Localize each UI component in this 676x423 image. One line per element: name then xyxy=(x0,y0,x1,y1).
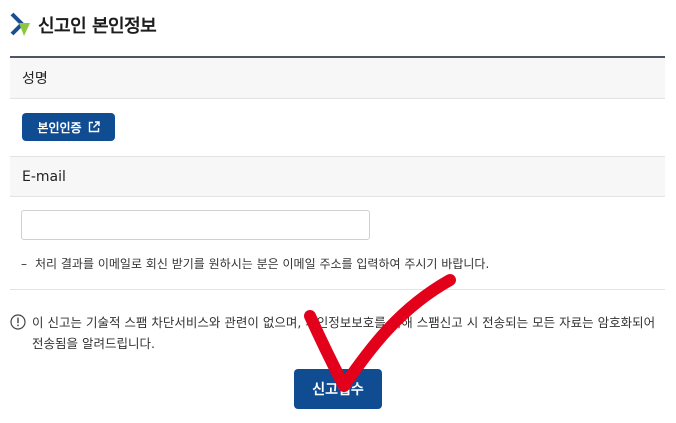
submit-report-button[interactable]: 신고접수 xyxy=(294,369,382,409)
info-circle-icon xyxy=(10,314,26,330)
identity-verification-button[interactable]: 본인인증 xyxy=(22,113,115,141)
external-link-icon xyxy=(88,121,100,133)
name-row-header: 성명 xyxy=(10,58,665,99)
section-header: 신고인 본인정보 xyxy=(10,10,157,40)
brand-chevron-icon xyxy=(10,12,30,36)
section-divider xyxy=(10,289,665,290)
email-help-text: – 처리 결과를 이메일로 회신 받기를 원하시는 분은 이메일 주소를 입력하… xyxy=(21,255,489,272)
notice-text: 이 신고는 기술적 스팸 차단서비스와 관련이 없으며, 개인정보보호를 위해 … xyxy=(32,315,656,351)
email-label: E-mail xyxy=(22,168,66,185)
privacy-notice: 이 신고는 기술적 스팸 차단서비스와 관련이 없으며, 개인정보보호를 위해 … xyxy=(10,312,665,354)
section-title: 신고인 본인정보 xyxy=(38,16,157,37)
name-label: 성명 xyxy=(22,71,48,87)
email-row-header: E-mail xyxy=(10,156,665,197)
email-input[interactable] xyxy=(21,210,370,240)
verify-button-label: 본인인증 xyxy=(37,120,82,135)
help-dash: – xyxy=(21,256,27,271)
help-text: 처리 결과를 이메일로 회신 받기를 원하시는 분은 이메일 주소를 입력하여 … xyxy=(35,257,490,271)
